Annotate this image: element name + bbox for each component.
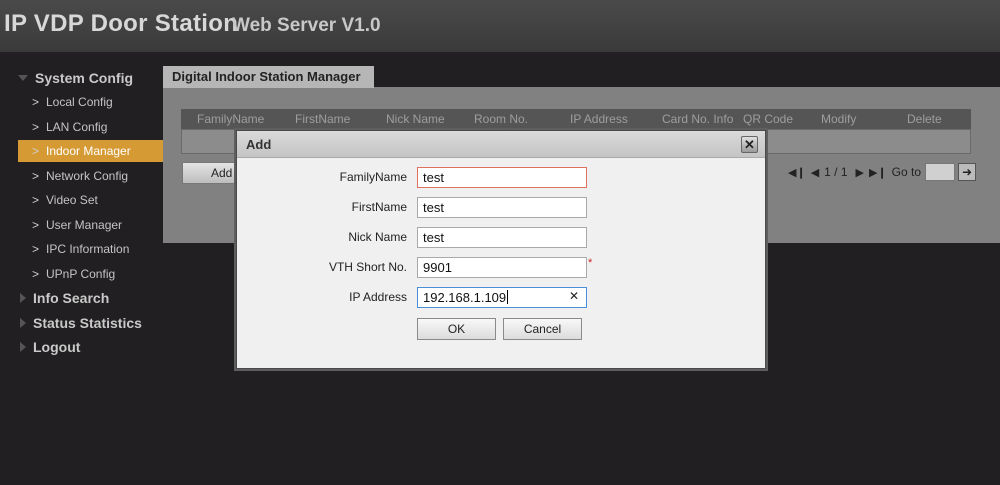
chevron-right-icon: > (32, 218, 40, 232)
goto-label: Go to (891, 165, 922, 179)
sidebar-item-label: Local Config (46, 95, 113, 109)
ip-address-label: IP Address (349, 290, 407, 304)
sidebar-item-label: Indoor Manager (46, 144, 131, 158)
vth-short-no-field[interactable]: 9901 (417, 257, 587, 278)
collapsed-triangle-icon (20, 318, 26, 328)
sidebar-item-network-config[interactable]: > Network Config (18, 165, 163, 187)
sidebar-item-label: User Manager (46, 218, 123, 232)
collapsed-triangle-icon (20, 293, 26, 303)
sidebar-item-ipc-information[interactable]: > IPC Information (18, 238, 163, 260)
column-header: FamilyName (197, 112, 265, 126)
required-mark: * (588, 257, 593, 269)
ip-address-row: IP Address 192.168.1.109 ✕ (237, 287, 765, 309)
section-label: System Config (35, 70, 134, 86)
sidebar-item-local-config[interactable]: > Local Config (18, 91, 163, 113)
ip-address-value: 192.168.1.109 (423, 290, 507, 305)
text-caret (507, 290, 509, 304)
sidebar-item-label: IPC Information (46, 242, 130, 256)
prev-page-icon[interactable]: ◀ (811, 166, 819, 179)
sidebar-item-label: LAN Config (46, 120, 108, 134)
vth-short-no-row: VTH Short No. 9901 * (237, 257, 765, 279)
chevron-right-icon: > (32, 193, 40, 207)
nickname-field[interactable]: test (417, 227, 587, 248)
column-header: Modify (821, 112, 857, 126)
chevron-right-icon: > (32, 242, 40, 256)
sidebar-item-user-manager[interactable]: > User Manager (18, 214, 163, 236)
chevron-right-icon: > (32, 95, 40, 109)
last-page-icon[interactable]: ▶❙ (869, 166, 887, 179)
sidebar-item-label: Network Config (46, 169, 129, 183)
sidebar-item-label: Video Set (46, 193, 98, 207)
add-dialog: Add ✕ FamilyName test FirstName test Nic… (236, 130, 766, 369)
app-header: IP VDP Door Station Web Server V1.0 (0, 0, 1000, 52)
close-icon[interactable]: ✕ (741, 136, 758, 153)
chevron-right-icon: > (32, 169, 40, 183)
column-header: Nick Name (386, 112, 445, 126)
column-header: IP Address (570, 112, 628, 126)
expand-triangle-icon (18, 75, 28, 81)
sidebar-section-status-statistics[interactable]: Status Statistics (18, 313, 142, 333)
dialog-titlebar: Add ✕ (237, 131, 765, 158)
column-header: QR Code (743, 112, 794, 126)
table-header: FamilyName FirstName Nick Name Room No. … (181, 109, 971, 129)
sidebar-item-lan-config[interactable]: > LAN Config (18, 116, 163, 138)
nickname-row: Nick Name test (237, 227, 765, 249)
clear-icon[interactable]: ✕ (569, 289, 579, 303)
column-header: Room No. (474, 112, 529, 126)
chevron-right-icon: > (32, 120, 40, 134)
app-title: IP VDP Door Station (4, 10, 239, 37)
section-label: Info Search (33, 290, 110, 306)
go-arrow-icon[interactable]: ➜ (958, 163, 977, 181)
cancel-button[interactable]: Cancel (503, 318, 582, 340)
familyname-label: FamilyName (339, 170, 407, 184)
firstname-field[interactable]: test (417, 197, 587, 218)
chevron-right-icon: > (32, 144, 40, 158)
collapsed-triangle-icon (20, 342, 26, 352)
dialog-title: Add (246, 137, 272, 152)
app-subtitle: Web Server V1.0 (232, 15, 381, 36)
goto-input[interactable] (925, 163, 956, 181)
chevron-right-icon: > (32, 267, 40, 281)
ok-button[interactable]: OK (417, 318, 496, 340)
firstname-label: FirstName (351, 200, 407, 214)
nickname-label: Nick Name (348, 230, 407, 244)
vth-short-no-label: VTH Short No. (328, 260, 407, 274)
sidebar-item-label: UPnP Config (46, 267, 116, 281)
sidebar-section-logout[interactable]: Logout (18, 337, 80, 357)
section-label: Logout (33, 339, 81, 355)
firstname-row: FirstName test (237, 197, 765, 219)
column-header: Delete (907, 112, 942, 126)
sidebar-section-system-config[interactable]: System Config (18, 68, 133, 88)
ip-address-field[interactable]: 192.168.1.109 ✕ (417, 287, 587, 308)
familyname-row: FamilyName test (237, 167, 765, 189)
sidebar-item-upnp-config[interactable]: > UPnP Config (18, 263, 163, 285)
column-header: Card No. Info (662, 112, 734, 126)
sidebar-section-info-search[interactable]: Info Search (18, 288, 109, 308)
sidebar-item-indoor-manager[interactable]: > Indoor Manager (18, 140, 163, 162)
add-button[interactable]: Add (182, 162, 242, 184)
familyname-field[interactable]: test (417, 167, 587, 188)
tab-digital-indoor-station-manager[interactable]: Digital Indoor Station Manager (163, 66, 374, 88)
column-header: FirstName (295, 112, 351, 126)
sidebar-item-video-set[interactable]: > Video Set (18, 189, 163, 211)
page-indicator: 1 / 1 (824, 165, 848, 179)
pagination: ◀❙ ◀ 1 / 1 ▶ ▶❙ Go to ➜ (788, 162, 977, 182)
section-label: Status Statistics (33, 315, 142, 331)
first-page-icon[interactable]: ◀❙ (788, 166, 806, 179)
next-page-icon[interactable]: ▶ (856, 166, 864, 179)
